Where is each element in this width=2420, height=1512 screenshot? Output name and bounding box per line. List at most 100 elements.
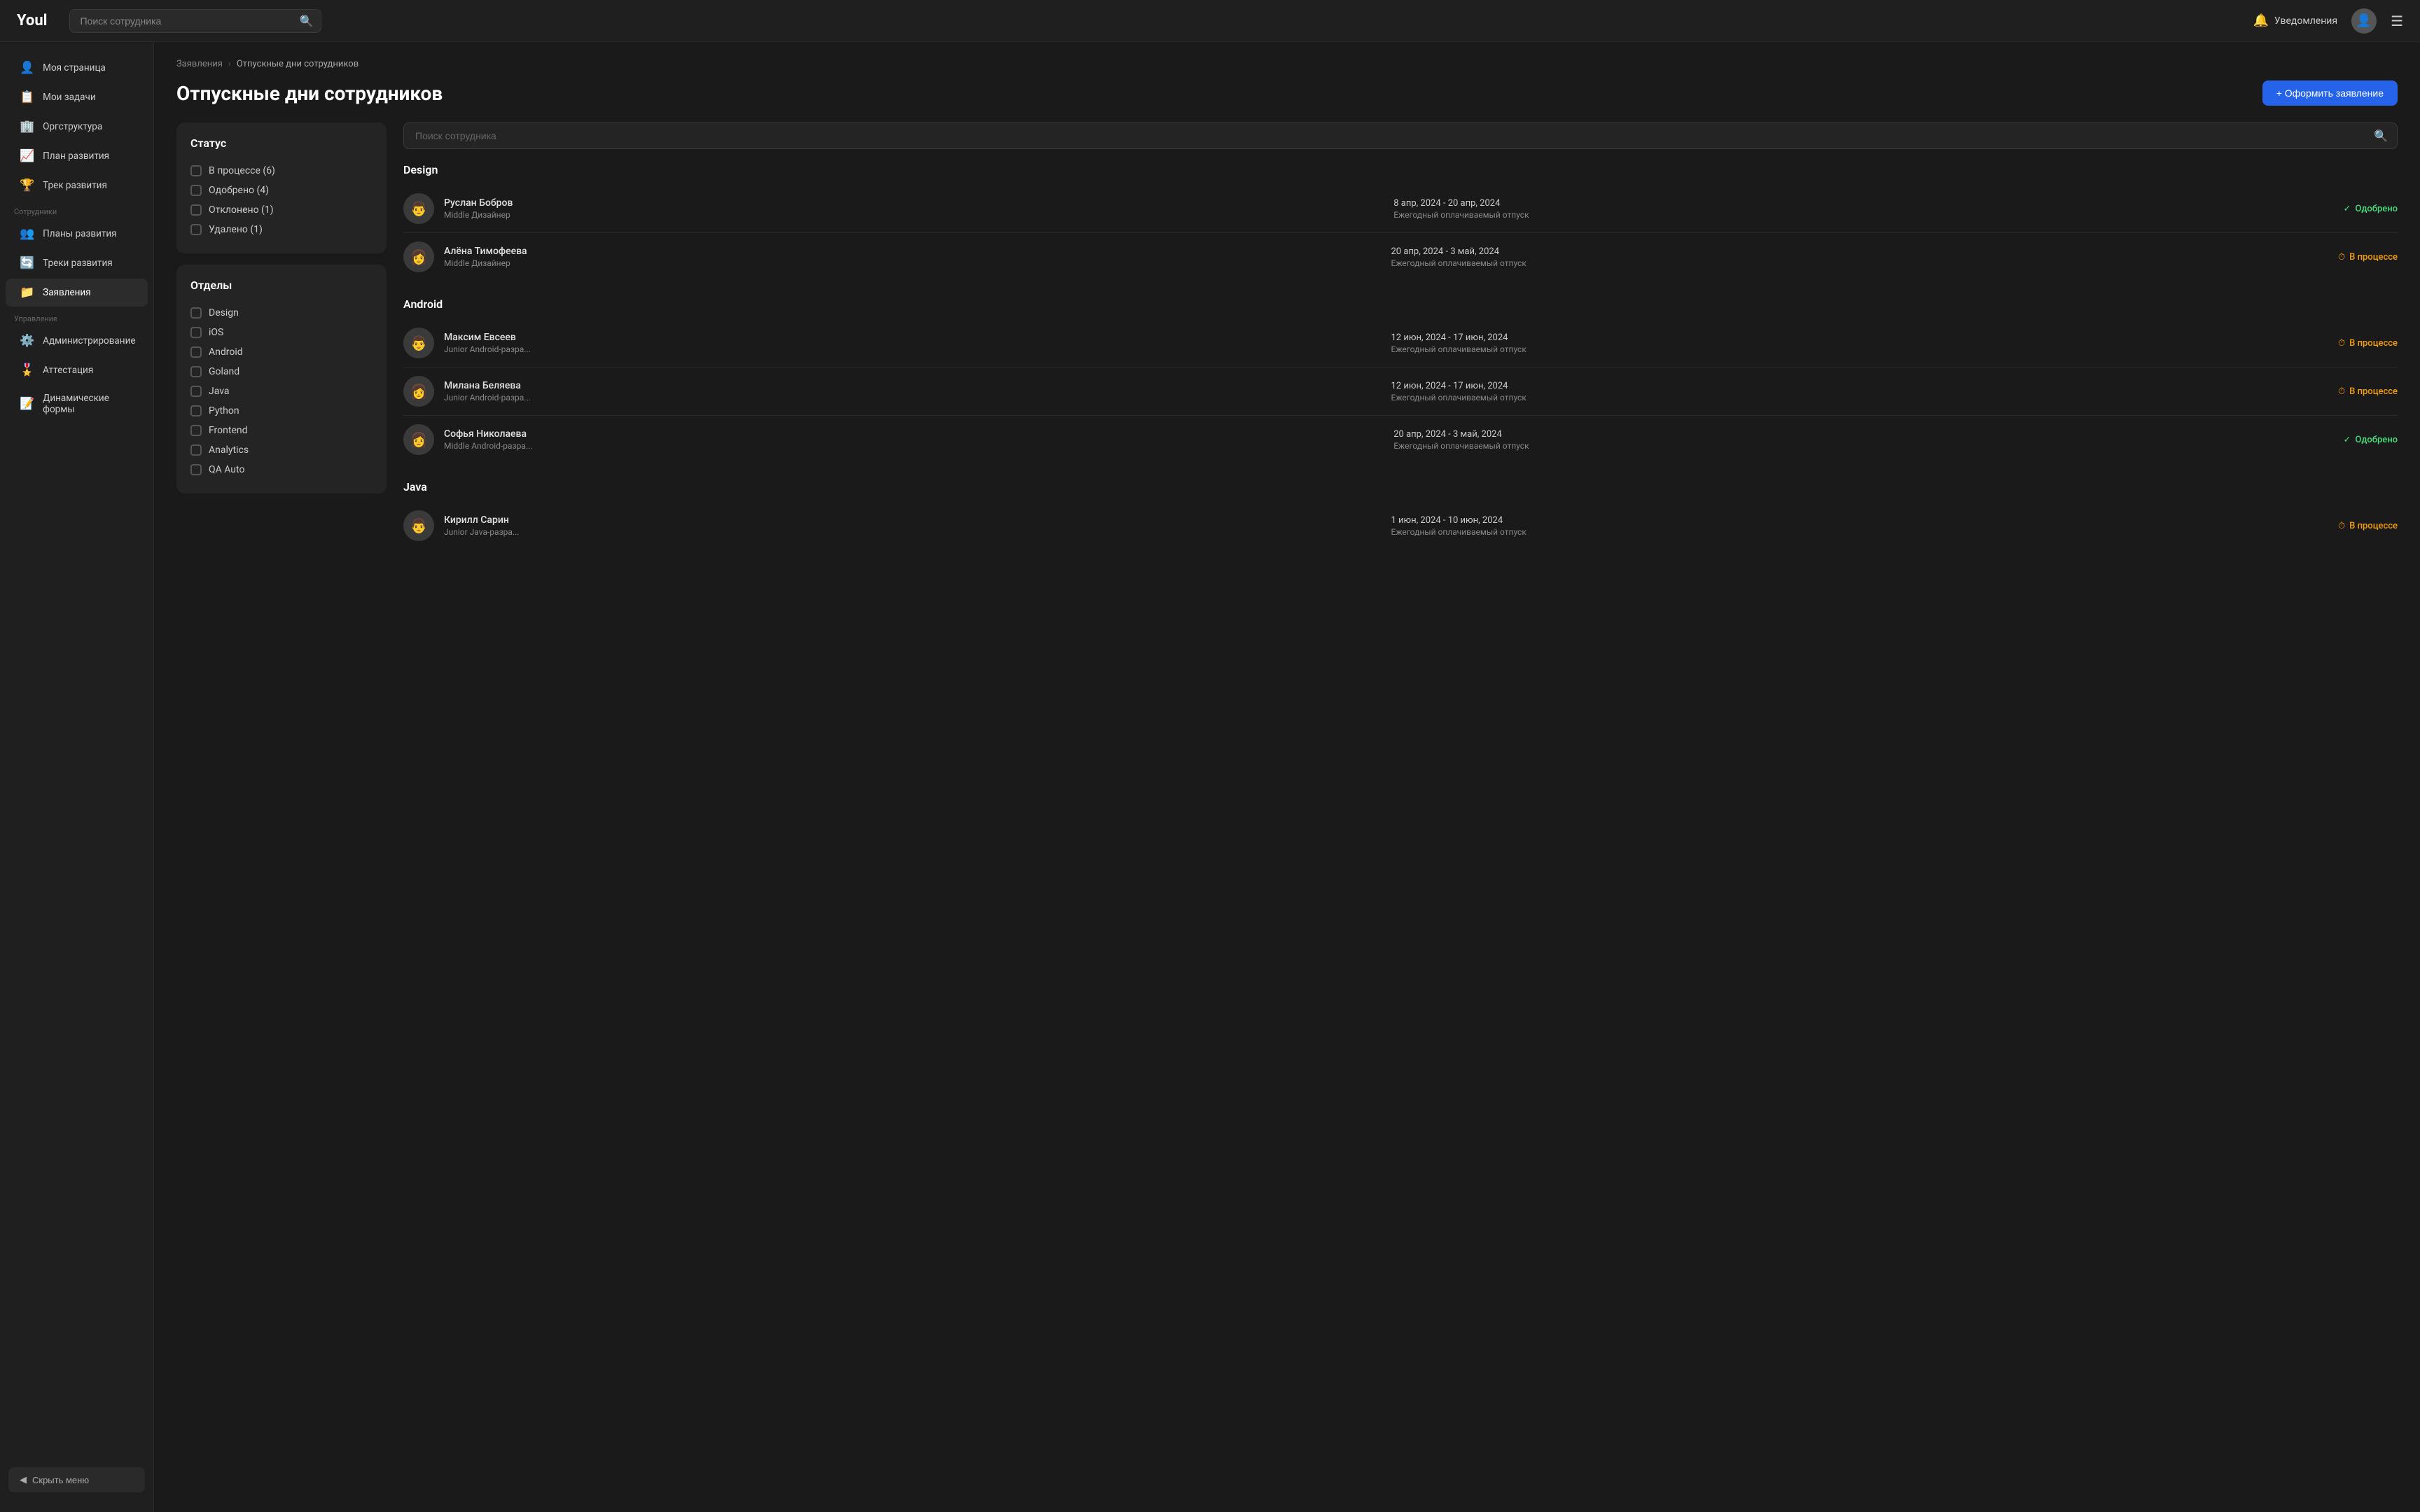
status-label-3: Удалено (1): [209, 224, 263, 235]
sidebar-item-label: Динамические формы: [43, 393, 134, 415]
main-content: Заявления › Отпускные дни сотрудников От…: [154, 42, 2420, 1512]
emp-info: Софья Николаева Middle Android-разра...: [444, 428, 1384, 451]
status-badge: ⏱ В процессе: [2338, 521, 2398, 531]
dept-checkbox-1[interactable]: [190, 327, 202, 338]
dept-label-3: Goland: [209, 366, 239, 377]
sidebar-item-dynamic-forms[interactable]: 📝 Динамические формы: [6, 386, 148, 422]
header-search-input[interactable]: [69, 9, 321, 33]
dept-filter-item-1[interactable]: iOS: [190, 323, 373, 342]
dept-checkbox-4[interactable]: [190, 386, 202, 397]
emp-info: Алёна Тимофеева Middle Дизайнер: [444, 246, 1382, 268]
dept-filter-item-7[interactable]: Analytics: [190, 440, 373, 460]
status-badge: ⏱ В процессе: [2338, 252, 2398, 262]
avatar: 👨: [403, 328, 434, 358]
dept-label-1: iOS: [209, 327, 223, 338]
dept-checkbox-6[interactable]: [190, 425, 202, 436]
hide-menu-label: Скрыть меню: [32, 1475, 89, 1485]
status-checkbox-1[interactable]: [190, 185, 202, 196]
avatar: 👩: [403, 424, 434, 455]
forms-icon: 📝: [20, 397, 34, 411]
emp-info: Максим Евсеев Junior Android-разра...: [444, 332, 1382, 354]
status-filter-item-0[interactable]: В процессе (6): [190, 161, 373, 181]
table-row[interactable]: 👨 Максим Евсеев Junior Android-разра... …: [403, 319, 2398, 368]
emp-name: Алёна Тимофеева: [444, 246, 1382, 257]
table-row[interactable]: 👨 Руслан Бобров Middle Дизайнер 8 апр, 2…: [403, 185, 2398, 233]
page-header: Отпускные дни сотрудников + Оформить зая…: [176, 80, 2398, 106]
sidebar-item-dev-plan[interactable]: 📈 План развития: [6, 142, 148, 170]
status-filter-title: Статус: [190, 136, 373, 150]
emp-leave-type: Ежегодный оплачиваемый отпуск: [1391, 527, 2329, 537]
sidebar-item-admin[interactable]: ⚙️ Администрирование: [6, 327, 148, 355]
status-filter-item-3[interactable]: Удалено (1): [190, 220, 373, 239]
clock-icon: ⏱: [2338, 338, 2345, 349]
sidebar-item-dev-tracks[interactable]: 🔄 Треки развития: [6, 249, 148, 277]
breadcrumb-current: Отпускные дни сотрудников: [237, 59, 359, 69]
check-icon: ✓: [2343, 435, 2351, 445]
dept-checkbox-2[interactable]: [190, 346, 202, 358]
emp-name: Милана Беляева: [444, 380, 1382, 391]
status-checkbox-3[interactable]: [190, 224, 202, 235]
dept-checkbox-8[interactable]: [190, 464, 202, 475]
dept-filter-item-5[interactable]: Python: [190, 401, 373, 421]
status-checkbox-0[interactable]: [190, 165, 202, 176]
dept-filter-item-0[interactable]: Design: [190, 303, 373, 323]
emp-date-range: 1 июн, 2024 - 10 июн, 2024: [1391, 515, 2329, 526]
dept-checkbox-5[interactable]: [190, 405, 202, 416]
dept-label-4: Java: [209, 386, 230, 397]
dept-label-7: Analytics: [209, 444, 249, 456]
sidebar-item-attestation[interactable]: 🎖️ Аттестация: [6, 356, 148, 384]
emp-dates: 8 апр, 2024 - 20 апр, 2024 Ежегодный опл…: [1393, 198, 2333, 220]
breadcrumb-parent[interactable]: Заявления: [176, 59, 223, 69]
status-label-1: Одобрено (4): [209, 185, 269, 196]
header-search-icon: 🔍: [300, 14, 314, 27]
table-row[interactable]: 👩 Алёна Тимофеева Middle Дизайнер 20 апр…: [403, 233, 2398, 281]
sidebar-item-label: Аттестация: [43, 365, 93, 376]
sidebar-section-management: Управление: [0, 307, 153, 326]
status-badge: ✓ Одобрено: [2343, 204, 2398, 214]
emp-date-range: 12 июн, 2024 - 17 июн, 2024: [1391, 381, 2329, 391]
table-row[interactable]: 👩 Милана Беляева Junior Android-разра...…: [403, 368, 2398, 416]
sidebar-item-my-page[interactable]: 👤 Моя страница: [6, 54, 148, 82]
emp-leave-type: Ежегодный оплачиваемый отпуск: [1393, 441, 2333, 451]
badge-icon: 🎖️: [20, 363, 34, 377]
status-filter-item-1[interactable]: Одобрено (4): [190, 181, 373, 200]
emp-dates: 20 апр, 2024 - 3 май, 2024 Ежегодный опл…: [1391, 246, 2329, 268]
dept-filter-item-4[interactable]: Java: [190, 382, 373, 401]
org-icon: 🏢: [20, 120, 34, 134]
table-row[interactable]: 👨 Кирилл Сарин Junior Java-разра... 1 ию…: [403, 502, 2398, 550]
dept-checkbox-7[interactable]: [190, 444, 202, 456]
notifications-button[interactable]: 🔔 Уведомления: [2253, 13, 2337, 28]
status-filter-item-2[interactable]: Отклонено (1): [190, 200, 373, 220]
folder-icon: 📁: [20, 286, 34, 300]
hamburger-menu-button[interactable]: ☰: [2391, 13, 2403, 29]
status-checkbox-2[interactable]: [190, 204, 202, 216]
avatar: 👩: [403, 241, 434, 272]
sidebar-item-applications[interactable]: 📁 Заявления: [6, 279, 148, 307]
employee-search-bar: 🔍: [403, 122, 2398, 149]
sidebar-item-label: Заявления: [43, 287, 90, 298]
status-text: В процессе: [2349, 521, 2398, 531]
dept-filter-item-3[interactable]: Goland: [190, 362, 373, 382]
dept-filter-item-6[interactable]: Frontend: [190, 421, 373, 440]
employee-search-input[interactable]: [403, 122, 2398, 149]
create-application-button[interactable]: + Оформить заявление: [2262, 80, 2398, 106]
sidebar-item-dev-plans[interactable]: 👥 Планы развития: [6, 220, 148, 248]
emp-leave-type: Ежегодный оплачиваемый отпуск: [1391, 344, 2329, 354]
sidebar-item-dev-track[interactable]: 🏆 Трек развития: [6, 172, 148, 200]
emp-role: Middle Android-разра...: [444, 441, 1384, 451]
dept-filter-item-8[interactable]: QA Auto: [190, 460, 373, 479]
emp-date-range: 20 апр, 2024 - 3 май, 2024: [1393, 429, 2333, 440]
user-avatar[interactable]: 👤: [2351, 8, 2377, 34]
sidebar-item-my-tasks[interactable]: 📋 Мои задачи: [6, 83, 148, 111]
emp-info: Милана Беляева Junior Android-разра...: [444, 380, 1382, 402]
sidebar-item-org-structure[interactable]: 🏢 Оргструктура: [6, 113, 148, 141]
dept-filter-item-2[interactable]: Android: [190, 342, 373, 362]
hide-menu-button[interactable]: ◀ Скрыть меню: [8, 1467, 145, 1492]
dept-label-8: QA Auto: [209, 464, 244, 475]
emp-name: Софья Николаева: [444, 428, 1384, 440]
status-label-0: В процессе (6): [209, 165, 275, 176]
dept-checkbox-3[interactable]: [190, 366, 202, 377]
emp-date-range: 8 апр, 2024 - 20 апр, 2024: [1393, 198, 2333, 209]
table-row[interactable]: 👩 Софья Николаева Middle Android-разра..…: [403, 416, 2398, 463]
dept-checkbox-0[interactable]: [190, 307, 202, 318]
